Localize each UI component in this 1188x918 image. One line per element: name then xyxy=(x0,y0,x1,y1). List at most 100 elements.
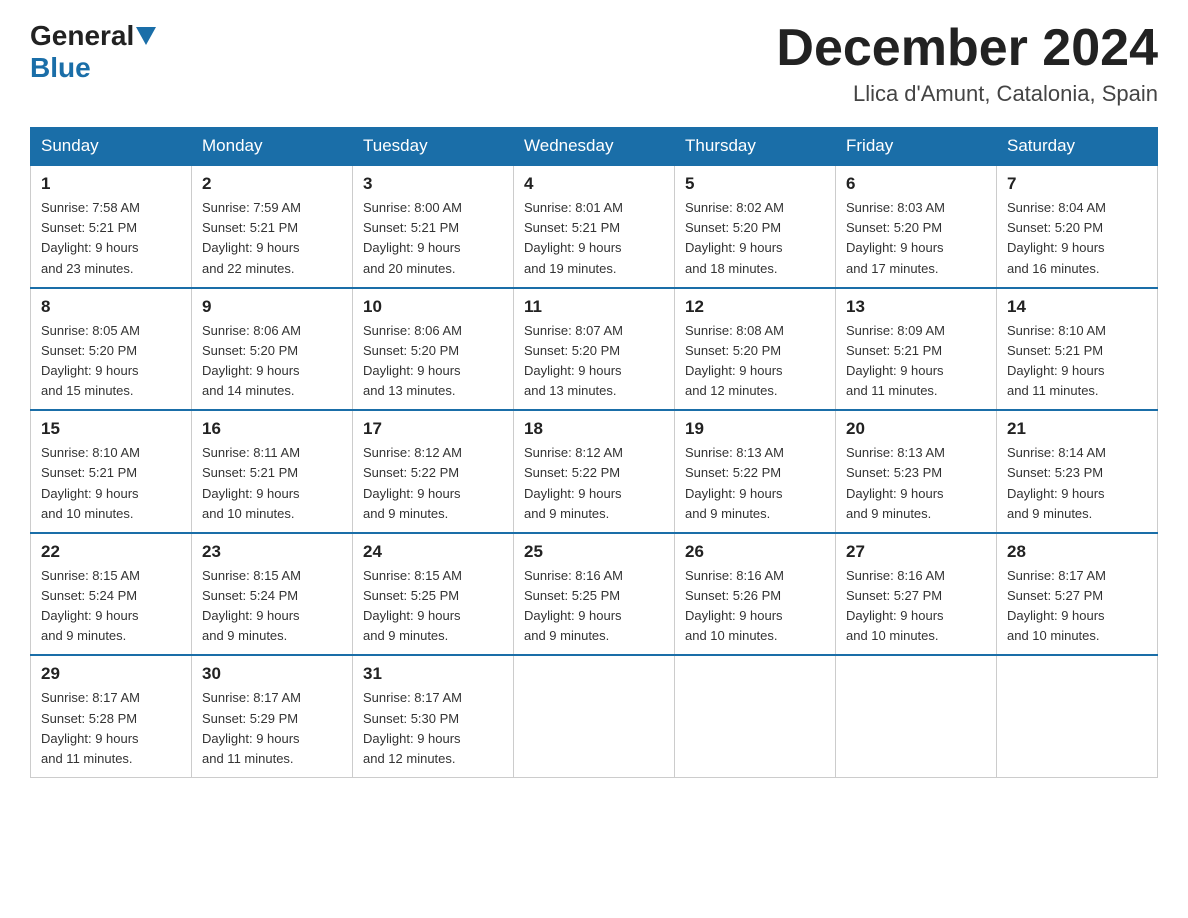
table-row: 28 Sunrise: 8:17 AM Sunset: 5:27 PM Dayl… xyxy=(997,533,1158,656)
calendar-week-4: 22 Sunrise: 8:15 AM Sunset: 5:24 PM Dayl… xyxy=(31,533,1158,656)
day-number: 19 xyxy=(685,419,825,439)
day-info: Sunrise: 8:00 AM Sunset: 5:21 PM Dayligh… xyxy=(363,198,503,279)
day-number: 8 xyxy=(41,297,181,317)
table-row: 16 Sunrise: 8:11 AM Sunset: 5:21 PM Dayl… xyxy=(192,410,353,533)
day-info: Sunrise: 8:17 AM Sunset: 5:29 PM Dayligh… xyxy=(202,688,342,769)
logo: General Blue xyxy=(30,20,158,84)
col-friday: Friday xyxy=(836,128,997,166)
title-block: December 2024 Llica d'Amunt, Catalonia, … xyxy=(776,20,1158,107)
table-row: 22 Sunrise: 8:15 AM Sunset: 5:24 PM Dayl… xyxy=(31,533,192,656)
table-row: 31 Sunrise: 8:17 AM Sunset: 5:30 PM Dayl… xyxy=(353,655,514,777)
table-row: 14 Sunrise: 8:10 AM Sunset: 5:21 PM Dayl… xyxy=(997,288,1158,411)
day-info: Sunrise: 8:09 AM Sunset: 5:21 PM Dayligh… xyxy=(846,321,986,402)
day-info: Sunrise: 8:15 AM Sunset: 5:25 PM Dayligh… xyxy=(363,566,503,647)
calendar-week-3: 15 Sunrise: 8:10 AM Sunset: 5:21 PM Dayl… xyxy=(31,410,1158,533)
day-info: Sunrise: 8:16 AM Sunset: 5:26 PM Dayligh… xyxy=(685,566,825,647)
table-row: 21 Sunrise: 8:14 AM Sunset: 5:23 PM Dayl… xyxy=(997,410,1158,533)
day-info: Sunrise: 7:58 AM Sunset: 5:21 PM Dayligh… xyxy=(41,198,181,279)
day-info: Sunrise: 7:59 AM Sunset: 5:21 PM Dayligh… xyxy=(202,198,342,279)
day-number: 31 xyxy=(363,664,503,684)
table-row: 2 Sunrise: 7:59 AM Sunset: 5:21 PM Dayli… xyxy=(192,165,353,288)
table-row: 12 Sunrise: 8:08 AM Sunset: 5:20 PM Dayl… xyxy=(675,288,836,411)
table-row: 30 Sunrise: 8:17 AM Sunset: 5:29 PM Dayl… xyxy=(192,655,353,777)
day-number: 11 xyxy=(524,297,664,317)
page-header: General Blue December 2024 Llica d'Amunt… xyxy=(30,20,1158,107)
table-row: 11 Sunrise: 8:07 AM Sunset: 5:20 PM Dayl… xyxy=(514,288,675,411)
day-info: Sunrise: 8:07 AM Sunset: 5:20 PM Dayligh… xyxy=(524,321,664,402)
day-number: 16 xyxy=(202,419,342,439)
day-number: 3 xyxy=(363,174,503,194)
table-row: 3 Sunrise: 8:00 AM Sunset: 5:21 PM Dayli… xyxy=(353,165,514,288)
day-number: 14 xyxy=(1007,297,1147,317)
day-number: 9 xyxy=(202,297,342,317)
day-number: 10 xyxy=(363,297,503,317)
day-info: Sunrise: 8:12 AM Sunset: 5:22 PM Dayligh… xyxy=(524,443,664,524)
day-number: 12 xyxy=(685,297,825,317)
table-row: 25 Sunrise: 8:16 AM Sunset: 5:25 PM Dayl… xyxy=(514,533,675,656)
col-tuesday: Tuesday xyxy=(353,128,514,166)
day-info: Sunrise: 8:10 AM Sunset: 5:21 PM Dayligh… xyxy=(1007,321,1147,402)
day-number: 17 xyxy=(363,419,503,439)
day-info: Sunrise: 8:02 AM Sunset: 5:20 PM Dayligh… xyxy=(685,198,825,279)
table-row: 20 Sunrise: 8:13 AM Sunset: 5:23 PM Dayl… xyxy=(836,410,997,533)
day-number: 4 xyxy=(524,174,664,194)
day-info: Sunrise: 8:08 AM Sunset: 5:20 PM Dayligh… xyxy=(685,321,825,402)
col-wednesday: Wednesday xyxy=(514,128,675,166)
day-number: 2 xyxy=(202,174,342,194)
day-info: Sunrise: 8:01 AM Sunset: 5:21 PM Dayligh… xyxy=(524,198,664,279)
day-info: Sunrise: 8:17 AM Sunset: 5:30 PM Dayligh… xyxy=(363,688,503,769)
calendar-table: Sunday Monday Tuesday Wednesday Thursday… xyxy=(30,127,1158,778)
day-number: 1 xyxy=(41,174,181,194)
table-row xyxy=(836,655,997,777)
day-info: Sunrise: 8:06 AM Sunset: 5:20 PM Dayligh… xyxy=(363,321,503,402)
table-row: 4 Sunrise: 8:01 AM Sunset: 5:21 PM Dayli… xyxy=(514,165,675,288)
table-row: 17 Sunrise: 8:12 AM Sunset: 5:22 PM Dayl… xyxy=(353,410,514,533)
day-number: 15 xyxy=(41,419,181,439)
day-info: Sunrise: 8:12 AM Sunset: 5:22 PM Dayligh… xyxy=(363,443,503,524)
table-row: 19 Sunrise: 8:13 AM Sunset: 5:22 PM Dayl… xyxy=(675,410,836,533)
day-number: 30 xyxy=(202,664,342,684)
day-info: Sunrise: 8:05 AM Sunset: 5:20 PM Dayligh… xyxy=(41,321,181,402)
table-row xyxy=(997,655,1158,777)
day-number: 13 xyxy=(846,297,986,317)
table-row: 9 Sunrise: 8:06 AM Sunset: 5:20 PM Dayli… xyxy=(192,288,353,411)
day-number: 18 xyxy=(524,419,664,439)
day-number: 23 xyxy=(202,542,342,562)
table-row: 26 Sunrise: 8:16 AM Sunset: 5:26 PM Dayl… xyxy=(675,533,836,656)
day-number: 27 xyxy=(846,542,986,562)
table-row: 6 Sunrise: 8:03 AM Sunset: 5:20 PM Dayli… xyxy=(836,165,997,288)
day-number: 21 xyxy=(1007,419,1147,439)
day-number: 5 xyxy=(685,174,825,194)
table-row: 27 Sunrise: 8:16 AM Sunset: 5:27 PM Dayl… xyxy=(836,533,997,656)
day-info: Sunrise: 8:15 AM Sunset: 5:24 PM Dayligh… xyxy=(202,566,342,647)
day-number: 6 xyxy=(846,174,986,194)
day-number: 29 xyxy=(41,664,181,684)
day-info: Sunrise: 8:15 AM Sunset: 5:24 PM Dayligh… xyxy=(41,566,181,647)
day-info: Sunrise: 8:13 AM Sunset: 5:23 PM Dayligh… xyxy=(846,443,986,524)
location-subtitle: Llica d'Amunt, Catalonia, Spain xyxy=(776,81,1158,107)
day-info: Sunrise: 8:03 AM Sunset: 5:20 PM Dayligh… xyxy=(846,198,986,279)
table-row: 8 Sunrise: 8:05 AM Sunset: 5:20 PM Dayli… xyxy=(31,288,192,411)
day-info: Sunrise: 8:04 AM Sunset: 5:20 PM Dayligh… xyxy=(1007,198,1147,279)
logo-general: General xyxy=(30,20,134,52)
col-saturday: Saturday xyxy=(997,128,1158,166)
day-info: Sunrise: 8:14 AM Sunset: 5:23 PM Dayligh… xyxy=(1007,443,1147,524)
day-info: Sunrise: 8:13 AM Sunset: 5:22 PM Dayligh… xyxy=(685,443,825,524)
day-info: Sunrise: 8:06 AM Sunset: 5:20 PM Dayligh… xyxy=(202,321,342,402)
day-number: 25 xyxy=(524,542,664,562)
table-row xyxy=(675,655,836,777)
day-info: Sunrise: 8:16 AM Sunset: 5:27 PM Dayligh… xyxy=(846,566,986,647)
day-info: Sunrise: 8:17 AM Sunset: 5:28 PM Dayligh… xyxy=(41,688,181,769)
table-row xyxy=(514,655,675,777)
day-number: 28 xyxy=(1007,542,1147,562)
day-number: 24 xyxy=(363,542,503,562)
day-number: 22 xyxy=(41,542,181,562)
table-row: 10 Sunrise: 8:06 AM Sunset: 5:20 PM Dayl… xyxy=(353,288,514,411)
table-row: 18 Sunrise: 8:12 AM Sunset: 5:22 PM Dayl… xyxy=(514,410,675,533)
calendar-week-5: 29 Sunrise: 8:17 AM Sunset: 5:28 PM Dayl… xyxy=(31,655,1158,777)
col-thursday: Thursday xyxy=(675,128,836,166)
table-row: 15 Sunrise: 8:10 AM Sunset: 5:21 PM Dayl… xyxy=(31,410,192,533)
day-info: Sunrise: 8:10 AM Sunset: 5:21 PM Dayligh… xyxy=(41,443,181,524)
calendar-week-1: 1 Sunrise: 7:58 AM Sunset: 5:21 PM Dayli… xyxy=(31,165,1158,288)
table-row: 7 Sunrise: 8:04 AM Sunset: 5:20 PM Dayli… xyxy=(997,165,1158,288)
